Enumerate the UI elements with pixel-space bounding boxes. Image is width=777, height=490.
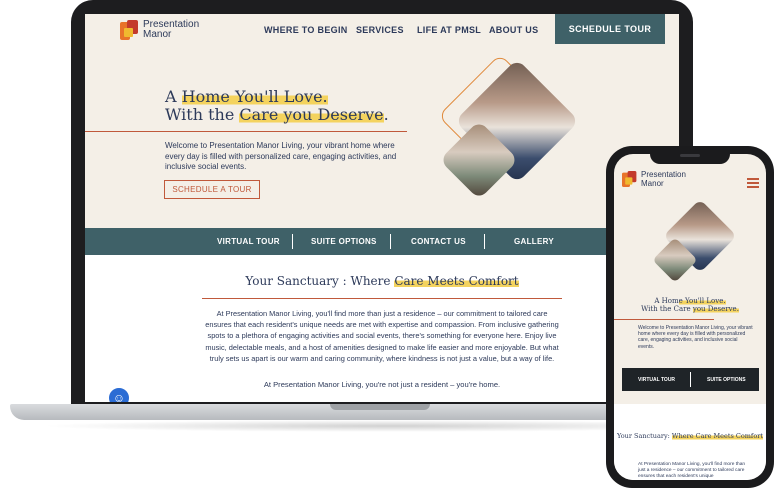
mobile-sanctuary-section: Your Sanctuary: Where Care Meets Comfort… <box>614 404 766 480</box>
section-body: At Presentation Manor Living, you'll fin… <box>205 309 559 363</box>
nav-item-services[interactable]: SERVICES <box>356 25 404 35</box>
desktop-website: Presentation Manor WHERE TO BEGIN SERVIC… <box>85 14 679 402</box>
section-title: Your Sanctuary : Where Care Meets Comfor… <box>85 274 679 288</box>
mobile-quicklink-virtual-tour[interactable]: VIRTUAL TOUR <box>638 377 675 383</box>
hero-divider <box>85 131 407 132</box>
mobile-section-title-highlight: Where Care Meets Comfort <box>671 432 763 440</box>
mobile-hero-title-text: With the Care <box>641 305 693 313</box>
mobile-quicklink-suite-options[interactable]: SUITE OPTIONS <box>707 377 746 383</box>
logo-text-line2: Manor <box>143 29 172 40</box>
quicklink-divider <box>484 234 485 249</box>
hero-title-highlight: Care you Deserve <box>239 105 384 124</box>
mobile-hero-divider <box>614 319 714 320</box>
hero-title-highlight: Home You'll Love. <box>181 87 328 106</box>
quicklink-divider <box>292 234 293 249</box>
phone-notch <box>650 150 730 164</box>
logo-text: Presentation Manor <box>641 170 686 189</box>
nav-item-life-at-pmsl[interactable]: LIFE AT PMSL <box>417 25 481 35</box>
mobile-section-title-text: Your Sanctuary: <box>617 432 672 440</box>
mobile-section-title: Your Sanctuary: Where Care Meets Comfort <box>614 432 766 440</box>
mobile-section-body: At Presentation Manor Living, you'll fin… <box>638 462 746 479</box>
schedule-tour-button[interactable]: SCHEDULE TOUR <box>555 14 665 44</box>
quicklink-divider <box>390 234 391 249</box>
quicklink-contact-us[interactable]: CONTACT US <box>411 237 466 246</box>
logo-mark-icon <box>120 20 140 42</box>
mobile-hero-title-highlight: e You'll Love. <box>678 297 726 305</box>
quicklink-gallery[interactable]: GALLERY <box>514 237 554 246</box>
logo-text: Presentation Manor <box>143 20 199 40</box>
schedule-a-tour-button[interactable]: SCHEDULE A TOUR <box>164 180 260 199</box>
sanctuary-section: Your Sanctuary : Where Care Meets Comfor… <box>85 255 679 402</box>
hero-title-text: . <box>383 105 389 124</box>
mobile-quicklink-divider <box>690 372 691 387</box>
desktop-quicklinks-bar: VIRTUAL TOUR SUITE OPTIONS CONTACT US GA… <box>85 228 679 255</box>
logo-text-line2: Manor <box>641 178 664 188</box>
mobile-site-logo[interactable]: Presentation Manor <box>622 170 686 189</box>
section-tagline: At Presentation Manor Living, you're not… <box>263 380 501 389</box>
mobile-hero-title: A Home You'll Love. With the Care you De… <box>614 297 766 313</box>
mobile-quicklinks-bar: VIRTUAL TOUR SUITE OPTIONS <box>622 368 759 391</box>
phone-speaker <box>680 154 700 157</box>
mobile-hero-description: Welcome to Presentation Manor Living, yo… <box>638 325 753 350</box>
section-title-highlight: Care Meets Comfort <box>394 274 519 288</box>
site-logo[interactable]: Presentation Manor <box>120 20 199 42</box>
desktop-header: Presentation Manor WHERE TO BEGIN SERVIC… <box>85 14 679 48</box>
mobile-website: Presentation Manor A Home You'll Love. W… <box>614 154 766 480</box>
logo-mark-icon <box>622 171 637 187</box>
section-title-text: Your Sanctuary : Where <box>245 274 395 288</box>
hero-description: Welcome to Presentation Manor Living, yo… <box>165 141 397 171</box>
hamburger-menu-icon[interactable] <box>747 178 759 190</box>
hero-title-text: A <box>165 87 182 106</box>
mobile-hero-title-text: A Hom <box>654 297 679 305</box>
hero-title: A Home You'll Love. With the Care you De… <box>165 87 389 124</box>
mobile-hero-title-highlight: you Deserve. <box>692 305 739 313</box>
laptop-notch <box>330 404 430 410</box>
quicklink-virtual-tour[interactable]: VIRTUAL TOUR <box>217 237 280 246</box>
quicklink-suite-options[interactable]: SUITE OPTIONS <box>311 237 377 246</box>
hero-title-text: With the <box>165 105 240 124</box>
nav-item-about-us[interactable]: ABOUT US <box>489 25 538 35</box>
nav-item-where-to-begin[interactable]: WHERE TO BEGIN <box>264 25 348 35</box>
section-divider <box>202 298 562 299</box>
